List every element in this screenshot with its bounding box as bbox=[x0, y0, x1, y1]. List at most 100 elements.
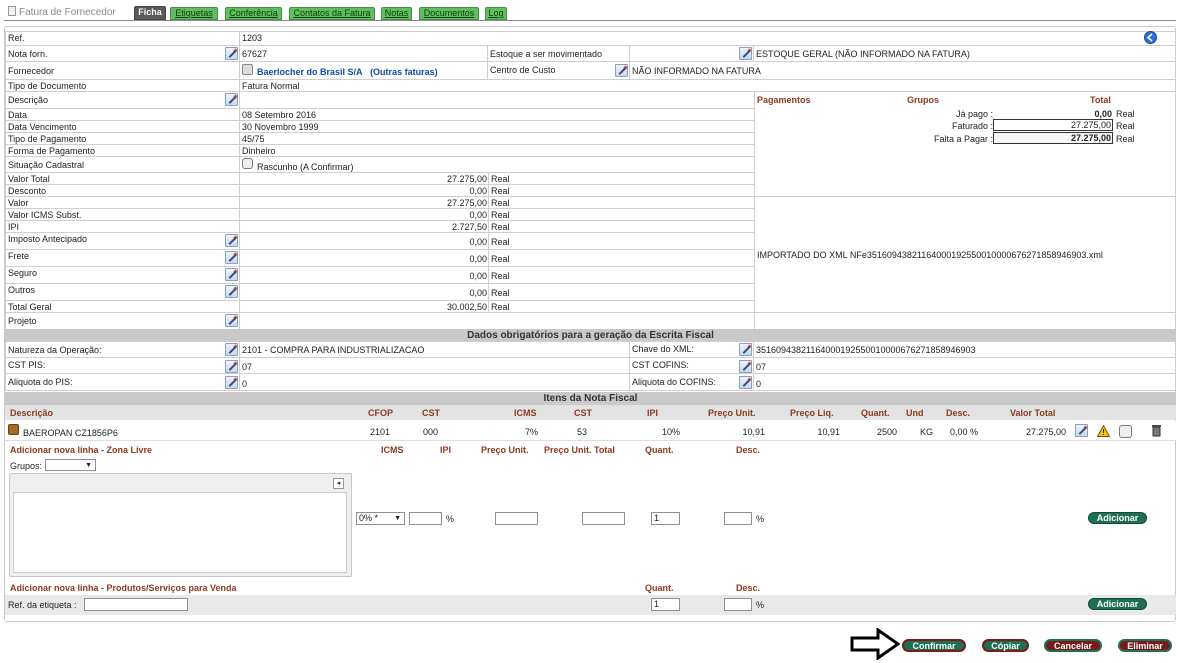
items-column-header: IPI bbox=[647, 408, 659, 418]
value-unit: Real bbox=[491, 174, 510, 184]
situacao-value: Rascunho (A Confirmar) bbox=[257, 162, 354, 172]
tab-contatos[interactable]: Contatos da Fatura bbox=[289, 7, 375, 20]
value-label-cell bbox=[5, 283, 240, 301]
ref-etiqueta-input[interactable] bbox=[84, 598, 188, 611]
venc-value: 30 Novembro 1999 bbox=[242, 122, 319, 132]
value-label: Valor ICMS Subst. bbox=[8, 210, 82, 220]
edit-cst-pis-icon[interactable] bbox=[225, 360, 238, 373]
projeto-value-cell bbox=[239, 312, 755, 330]
add-products-col-desc: Desc. bbox=[736, 583, 761, 593]
pagamentos-panel bbox=[754, 91, 1176, 197]
ja-pago-label: Já pago : bbox=[955, 109, 993, 119]
pointer-arrow-icon bbox=[850, 627, 901, 662]
item-row[interactable] bbox=[5, 421, 1176, 441]
outras-faturas-link[interactable]: (Outras faturas) bbox=[370, 67, 438, 77]
projeto-label: Projeto bbox=[8, 316, 37, 326]
back-arrow-icon[interactable] bbox=[1144, 31, 1157, 44]
fornecedor-link[interactable]: Baerlocher do Brasil S/A bbox=[257, 67, 363, 77]
ref-label: Ref. bbox=[8, 33, 25, 43]
desc-input[interactable] bbox=[724, 512, 752, 525]
edit-value-icon[interactable] bbox=[225, 234, 238, 247]
centro-value: NÃO INFORMADO NA FATURA bbox=[632, 66, 761, 76]
data-value: 08 Setembro 2016 bbox=[242, 110, 317, 120]
item-desc: 0,00 % bbox=[950, 427, 979, 437]
value-amount: 30.002,50 bbox=[446, 302, 487, 312]
eliminar-button[interactable]: Eliminar bbox=[1118, 639, 1172, 652]
product-quant-input[interactable]: 1 bbox=[651, 598, 680, 611]
icms-select[interactable]: 0% * ▼ bbox=[356, 512, 405, 525]
warning-icon[interactable] bbox=[1096, 424, 1111, 439]
tab-conferencia[interactable]: Conferência bbox=[225, 7, 282, 20]
item-quant: 2500 bbox=[876, 427, 897, 437]
add-free-title: Adicionar nova linha - Zona Livre bbox=[10, 445, 153, 455]
chevron-down-icon: ▼ bbox=[394, 515, 401, 522]
aliq-pis-label: Aliquota do PIS: bbox=[8, 377, 73, 387]
value-label: Valor bbox=[8, 198, 29, 208]
tab-ficha[interactable]: Ficha bbox=[134, 6, 166, 20]
tab-log[interactable]: Log bbox=[485, 7, 507, 20]
edit-descricao-icon[interactable] bbox=[225, 93, 238, 106]
add-free-col-quant: Quant. bbox=[645, 445, 674, 455]
edit-cst-cofins-icon[interactable] bbox=[739, 360, 752, 373]
edit-item-icon[interactable] bbox=[1075, 424, 1088, 437]
edit-projeto-icon[interactable] bbox=[225, 314, 238, 327]
product-desc-pct-label: % bbox=[756, 600, 765, 610]
quant-input[interactable]: 1 bbox=[651, 512, 680, 525]
tab-etiquetas[interactable]: Etiquetas bbox=[170, 7, 218, 20]
fornecedor-value-wrap: Baerlocher do Brasil S/A (Outras faturas… bbox=[257, 67, 438, 77]
tab-notas[interactable]: Notas bbox=[381, 7, 412, 20]
situacao-label: Situação Cadastral bbox=[8, 160, 85, 170]
delete-icon[interactable] bbox=[1151, 424, 1162, 439]
copiar-button[interactable]: Cópiar bbox=[982, 639, 1029, 652]
projeto-label-cell bbox=[5, 312, 240, 330]
aliq-cofins-label: Aliquota do COFINS: bbox=[632, 377, 717, 387]
desc-pct-label: % bbox=[756, 514, 765, 524]
value-amount: 2.727,50 bbox=[451, 222, 487, 232]
value-unit: Real bbox=[491, 237, 510, 247]
item-descricao: BAEROPAN CZ1856P6 bbox=[23, 428, 118, 438]
item-icms: 7% bbox=[524, 427, 538, 437]
pagamentos-header: Pagamentos bbox=[757, 95, 811, 105]
confirmar-button[interactable]: Confirmar bbox=[902, 639, 966, 652]
edit-estoque-icon[interactable] bbox=[739, 47, 752, 60]
ref-value: 1203 bbox=[242, 33, 263, 43]
cst-cofins-label: CST COFINS: bbox=[632, 360, 689, 370]
nota-value: 67627 bbox=[242, 49, 268, 59]
edit-value-icon[interactable] bbox=[225, 268, 238, 281]
item-cst: 000 bbox=[423, 427, 439, 437]
edit-nota-icon[interactable] bbox=[225, 47, 238, 60]
forma-pag-label: Forma de Pagamento bbox=[8, 146, 96, 156]
edit-centro-icon[interactable] bbox=[615, 64, 628, 77]
edit-aliq-cofins-icon[interactable] bbox=[739, 376, 752, 389]
tipo-pag-value: 45/75 bbox=[242, 134, 265, 144]
tab-bar: Fatura de Fornecedor Ficha Etiquetas Con… bbox=[0, 5, 1179, 21]
edit-value-icon[interactable] bbox=[225, 285, 238, 298]
split-icon[interactable] bbox=[1119, 425, 1132, 438]
cancelar-button[interactable]: Cancelar bbox=[1044, 639, 1102, 652]
add-free-button[interactable]: Adicionar bbox=[1088, 512, 1147, 524]
preco-unit-input[interactable] bbox=[495, 512, 538, 525]
preco-total-input[interactable] bbox=[582, 512, 625, 525]
add-product-button[interactable]: Adicionar bbox=[1088, 598, 1147, 610]
edit-natureza-icon[interactable] bbox=[225, 343, 238, 356]
items-column-header: CFOP bbox=[368, 408, 394, 418]
edit-value-icon[interactable] bbox=[225, 251, 238, 264]
product-desc-input[interactable] bbox=[724, 598, 752, 611]
grupos-select[interactable]: ▼ bbox=[45, 459, 96, 471]
value-label: Seguro bbox=[8, 268, 38, 278]
description-textarea[interactable] bbox=[13, 492, 347, 573]
value-unit: Real bbox=[491, 271, 510, 281]
item-valor-total: 27.275,00 bbox=[1025, 427, 1066, 437]
edit-aliq-pis-icon[interactable] bbox=[225, 376, 238, 389]
fornecedor-label: Fornecedor bbox=[8, 66, 55, 76]
value-amount: 0,00 bbox=[469, 186, 487, 196]
tab-documentos[interactable]: Documentos bbox=[419, 7, 479, 20]
falta-unit: Real bbox=[1116, 134, 1135, 144]
aliq-pis-value-cell bbox=[239, 373, 630, 391]
window-title: Fatura de Fornecedor bbox=[8, 6, 116, 20]
item-und: KG bbox=[920, 427, 934, 437]
ipi-input[interactable] bbox=[409, 512, 442, 525]
edit-chave-icon[interactable] bbox=[739, 343, 752, 356]
estoque-spacer-cell bbox=[629, 45, 754, 62]
collapse-toolbar-icon[interactable]: ◂ bbox=[333, 478, 344, 489]
